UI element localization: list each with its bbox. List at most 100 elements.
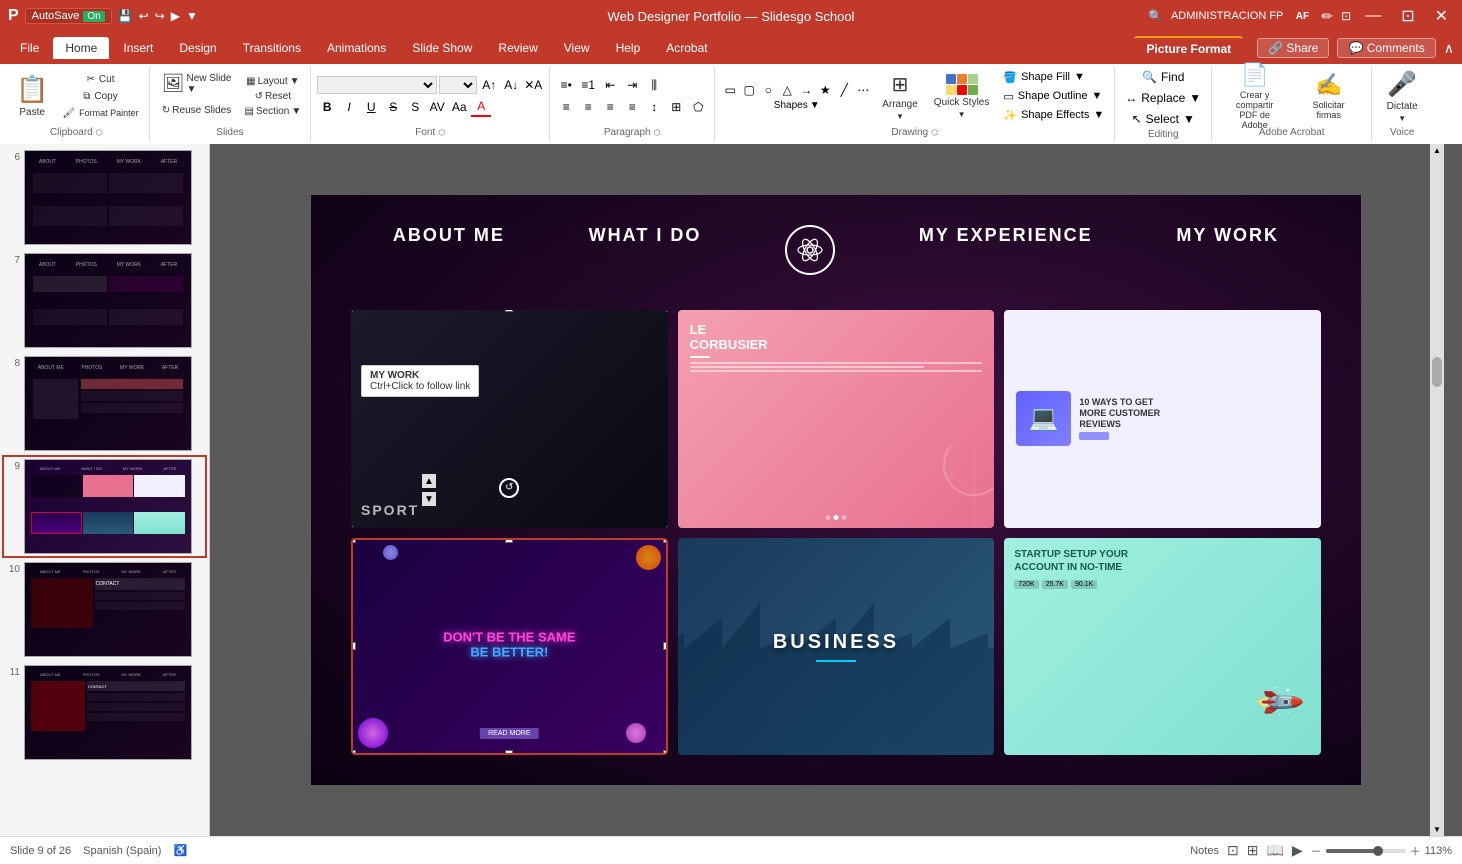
tab-slideshow[interactable]: Slide Show	[400, 37, 484, 59]
canvas-scrollbar[interactable]: ▲ ▼	[1430, 144, 1444, 836]
dictate-dropdown[interactable]: ▼	[1398, 114, 1406, 123]
section-button[interactable]: ▤ Section ▼	[242, 105, 305, 118]
tab-help[interactable]: Help	[604, 37, 653, 59]
shape-rounded[interactable]: ▢	[740, 81, 758, 99]
shape-line[interactable]: ╱	[835, 81, 853, 99]
change-case-button[interactable]: Aa	[449, 97, 469, 117]
undo-icon[interactable]: ↩	[139, 9, 149, 23]
center-button[interactable]: ≡	[578, 97, 598, 117]
reading-view-icon[interactable]: 📖	[1266, 842, 1283, 859]
clipboard-expand-icon[interactable]: ⬡	[96, 128, 103, 137]
arrange-dropdown[interactable]: ▼	[896, 112, 904, 121]
decrease-indent-button[interactable]: ⇤	[600, 75, 620, 95]
shape-effects-button[interactable]: ✨ Shape Effects ▼	[999, 107, 1108, 124]
handle-bm[interactable]	[505, 750, 513, 755]
arrange-button[interactable]: ⊞ Arrange ▼	[876, 71, 924, 121]
shape-arrow[interactable]: →	[797, 81, 815, 99]
tab-home[interactable]: Home	[53, 37, 109, 59]
select-button[interactable]: ↖ Select ▼	[1128, 110, 1199, 128]
shape-circle[interactable]: ○	[759, 81, 777, 99]
dictate-button[interactable]: 🎤 Dictate ▼	[1381, 68, 1424, 124]
tab-design[interactable]: Design	[167, 37, 228, 59]
replace-dropdown[interactable]: ▼	[1189, 91, 1201, 105]
maximize-button[interactable]: ⊡	[1395, 6, 1420, 26]
text-direction-button[interactable]: ⊞	[666, 97, 686, 117]
minimize-button[interactable]: —	[1359, 7, 1387, 25]
decrease-font-size-button[interactable]: A↓	[501, 75, 521, 95]
pen-icon[interactable]: ✏	[1321, 8, 1333, 25]
autosave-state[interactable]: On	[83, 11, 104, 22]
dropdown-arrow[interactable]: ▼	[186, 9, 198, 23]
font-color-button[interactable]: A	[471, 97, 491, 117]
effects-dropdown[interactable]: ▼	[1093, 109, 1104, 121]
slide-thumb-9[interactable]: 9 ABOUT MEWHAT I DOMY WORKAFTER	[4, 457, 205, 556]
present-icon[interactable]: ▶	[171, 9, 180, 23]
cut-button[interactable]: ✂ Cut	[58, 72, 142, 87]
shape-rect[interactable]: ▭	[721, 81, 739, 99]
zoom-level[interactable]: 113%	[1425, 845, 1452, 857]
accessibility-icon[interactable]: ♿	[173, 844, 187, 857]
shape-star[interactable]: ★	[816, 81, 834, 99]
tab-insert[interactable]: Insert	[111, 37, 165, 59]
increase-indent-button[interactable]: ⇥	[622, 75, 642, 95]
new-slide-dropdown[interactable]: ▼	[186, 84, 231, 95]
columns-button[interactable]: ⫼	[644, 75, 664, 95]
drawing-expand-icon[interactable]: ⬡	[931, 128, 938, 137]
shape-more[interactable]: ⋯	[854, 81, 872, 99]
comments-button[interactable]: 💬 Comments	[1337, 38, 1435, 58]
canvas-area[interactable]: ▲ ▼ ABOUT ME WHAT I DO	[210, 144, 1462, 836]
replace-button[interactable]: ↔ Replace ▼	[1121, 89, 1205, 107]
zoom-control[interactable]: － ＋ 113%	[1311, 843, 1452, 859]
smartart-button[interactable]: ⬠	[688, 97, 708, 117]
tab-animations[interactable]: Animations	[315, 37, 398, 59]
increase-font-size-button[interactable]: A↑	[479, 75, 499, 95]
bold-button[interactable]: B	[317, 97, 337, 117]
handle-tl[interactable]	[351, 538, 356, 543]
quick-styles-button[interactable]: Quick Styles ▼	[928, 71, 996, 121]
scroll-down-button[interactable]: ▼	[422, 492, 436, 506]
tab-transitions[interactable]: Transitions	[231, 37, 313, 59]
redo-icon[interactable]: ↪	[155, 9, 165, 23]
strikethrough-button[interactable]: S	[383, 97, 403, 117]
scroll-top-button[interactable]: ▲	[1431, 144, 1443, 157]
notes-button[interactable]: Notes	[1190, 845, 1219, 857]
format-painter-button[interactable]: 🖌 Format Painter	[58, 106, 142, 121]
clear-format-button[interactable]: ✕A	[523, 75, 543, 95]
scroll-thumb[interactable]	[1432, 357, 1442, 387]
tab-acrobat[interactable]: Acrobat	[654, 37, 719, 59]
font-size-select[interactable]	[439, 76, 477, 94]
find-button[interactable]: 🔍 Find	[1138, 68, 1188, 86]
italic-button[interactable]: I	[339, 97, 359, 117]
font-family-select[interactable]	[317, 76, 437, 94]
slide-sorter-icon[interactable]: ⊞	[1247, 842, 1259, 859]
slide-thumb-6[interactable]: 6 ABOUTPHOTOSMY WORKAFTER	[4, 148, 205, 247]
paste-button[interactable]: 📋 Paste	[10, 71, 54, 121]
create-pdf-button[interactable]: 📄 Crear y compartir PDF de Adobe	[1222, 68, 1288, 124]
restore-icon[interactable]: ⊡	[1341, 9, 1351, 23]
new-slide-button[interactable]: 🖼 New Slide ▼	[156, 70, 238, 98]
shape-fill-button[interactable]: 🪣 Shape Fill ▼	[999, 69, 1108, 86]
bullets-button[interactable]: ≡•	[556, 75, 576, 95]
request-signatures-button[interactable]: ✍ Solicitar firmas	[1296, 68, 1362, 124]
layout-button[interactable]: ▦ Layout ▼	[242, 75, 305, 88]
align-right-button[interactable]: ≡	[600, 97, 620, 117]
section-dropdown[interactable]: ▼	[291, 106, 301, 117]
reset-button[interactable]: ↺ Reset	[242, 90, 305, 103]
normal-view-icon[interactable]: ⊡	[1227, 842, 1239, 859]
quickstyles-dropdown[interactable]: ▼	[958, 110, 966, 119]
line-spacing-button[interactable]: ↕	[644, 97, 664, 117]
close-button[interactable]: ✕	[1429, 6, 1454, 26]
handle-bl[interactable]	[351, 750, 356, 755]
numbering-button[interactable]: ≡1	[578, 75, 598, 95]
select-dropdown[interactable]: ▼	[1183, 112, 1195, 126]
font-expand-icon[interactable]: ⬡	[438, 128, 445, 137]
align-left-button[interactable]: ≡	[556, 97, 576, 117]
autosave-badge[interactable]: AutoSave On	[25, 8, 112, 24]
save-icon[interactable]: 💾	[118, 9, 133, 23]
shadow-button[interactable]: S	[405, 97, 425, 117]
read-more-btn[interactable]: READ MORE	[480, 728, 538, 739]
slide-thumb-10[interactable]: 10 ABOUT MEPHOTOSMY WORKAFTER CONTACT	[4, 560, 205, 659]
char-spacing-button[interactable]: AV	[427, 97, 447, 117]
handle-tm[interactable]	[505, 538, 513, 543]
underline-button[interactable]: U	[361, 97, 381, 117]
